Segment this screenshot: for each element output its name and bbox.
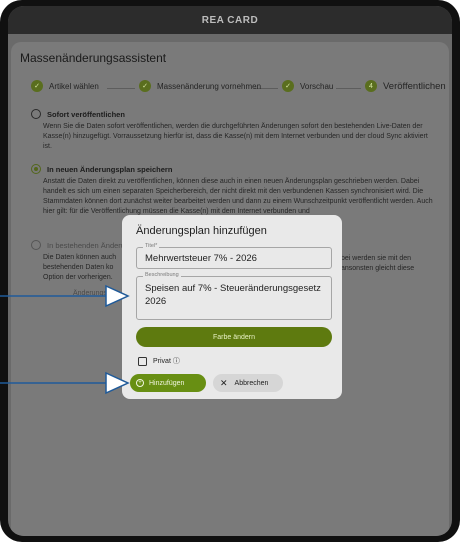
step-connector: [107, 88, 135, 89]
step-label: Veröffentlichen: [383, 80, 446, 92]
check-icon: ✓: [31, 80, 43, 92]
option-title: In bestehenden Änderu: [47, 240, 125, 250]
option-neuer-plan[interactable]: In neuen Änderungsplan speichern Anstatt…: [31, 164, 441, 217]
option-title: In neuen Änderungsplan speichern: [47, 164, 173, 174]
private-label: Privat ⓘ: [153, 358, 180, 365]
app-title: REA CARD: [201, 14, 259, 26]
radio-bestehender-plan[interactable]: [31, 240, 41, 250]
description-field[interactable]: Beschreibung Speisen auf 7% - Steuerände…: [136, 272, 332, 320]
plus-circle-icon: +: [136, 379, 144, 387]
radio-neuer-plan[interactable]: [31, 164, 41, 174]
assistant-title: Massenänderungsassistent: [20, 51, 167, 65]
title-field-value: Mehrwertsteuer 7% - 2026: [145, 253, 257, 264]
step-vorschau[interactable]: ✓ Vorschau: [282, 80, 333, 92]
option-title: Sofort veröffentlichen: [47, 109, 125, 119]
check-icon: ✓: [282, 80, 294, 92]
app-bar: REA CARD: [8, 6, 452, 34]
option-description: Anstatt die Daten direkt zu veröffentlic…: [43, 178, 433, 215]
private-checkbox[interactable]: [138, 356, 147, 366]
description-field-value: Speisen auf 7% - Steueränderungsgesetz 2…: [145, 283, 321, 307]
change-color-button[interactable]: Farbe ändern: [136, 327, 332, 347]
radio-sofort[interactable]: [31, 109, 41, 119]
step-artikel-waehlen[interactable]: ✓ Artikel wählen: [31, 80, 99, 92]
title-field-label: Titel*: [143, 243, 160, 249]
add-plan-dialog: Änderungsplan hinzufügen Titel* Mehrwert…: [122, 215, 342, 399]
description-field-label: Beschreibung: [143, 272, 181, 278]
step-number: 4: [365, 80, 377, 92]
add-button-label: Hinzufügen: [149, 379, 185, 387]
stepper: ✓ Artikel wählen ✓ Massenänderung vorneh…: [11, 80, 449, 96]
option-sofort[interactable]: Sofort veröffentlichen Wenn Sie die Date…: [31, 109, 441, 152]
step-veroeffentlichen[interactable]: 4 Veröffentlichen: [365, 80, 446, 92]
cancel-button[interactable]: ✕ Abbrechen: [213, 374, 283, 392]
step-massenaenderung[interactable]: ✓ Massenänderung vornehmen: [139, 80, 261, 92]
close-icon: ✕: [220, 377, 228, 388]
check-icon: ✓: [139, 80, 151, 92]
cancel-button-label: Abbrechen: [234, 379, 269, 387]
option-description-right: bei werden sie mit den ansonsten gleicht…: [341, 255, 415, 272]
step-label: Artikel wählen: [49, 81, 99, 91]
add-button[interactable]: + Hinzufügen: [130, 374, 206, 392]
private-toggle[interactable]: Privat ⓘ: [138, 356, 180, 366]
step-label: Massenänderung vornehmen: [157, 81, 262, 91]
dialog-title: Änderungsplan hinzufügen: [136, 225, 267, 237]
option-description: Wenn Sie die Daten sofort veröffentliche…: [43, 123, 428, 150]
title-field[interactable]: Titel* Mehrwertsteuer 7% - 2026: [136, 243, 332, 269]
step-label: Vorschau: [300, 81, 334, 91]
step-connector: [336, 88, 361, 89]
